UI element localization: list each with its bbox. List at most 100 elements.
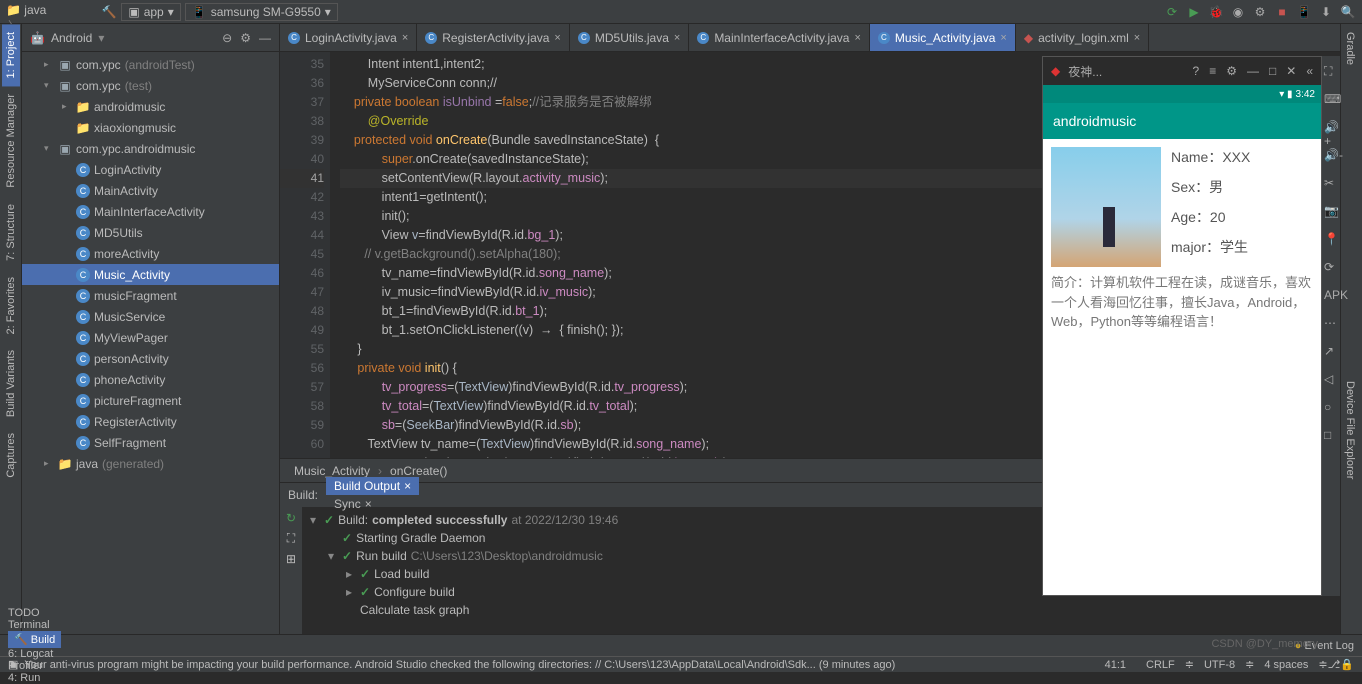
statusbar-item[interactable]: 🔨 Build — [8, 631, 61, 648]
emu-rotate-icon[interactable]: ⟳ — [1324, 260, 1338, 274]
emu-gear-icon[interactable]: ⚙ — [1226, 64, 1237, 78]
tree-item[interactable]: ▸📁java (generated) — [22, 453, 279, 474]
build-tab[interactable]: Build Output × — [326, 477, 419, 495]
close-icon[interactable]: × — [1000, 32, 1006, 44]
search-icon[interactable]: 🔍 — [1340, 4, 1356, 20]
build-title: Build: — [288, 488, 318, 502]
rail-captures[interactable]: Captures — [2, 425, 20, 486]
tree-item[interactable]: CmoreActivity — [22, 243, 279, 264]
emu-more-icon[interactable]: ⋯ — [1324, 316, 1338, 330]
debug-icon[interactable]: 🐞 — [1208, 4, 1224, 20]
tree-item[interactable]: CMusicService — [22, 306, 279, 327]
build-row[interactable]: Calculate task graph — [310, 601, 1274, 619]
expand-icon[interactable]: ⊞ — [286, 552, 296, 566]
tree-item[interactable]: ▸📁androidmusic — [22, 96, 279, 117]
editor-tab[interactable]: CMainInterfaceActivity.java× — [689, 24, 870, 51]
collapse-icon[interactable]: ⊖ — [222, 31, 232, 45]
tree-item[interactable]: CmusicFragment — [22, 285, 279, 306]
tree-item[interactable]: CSelfFragment — [22, 432, 279, 453]
watermark: CSDN @DY_memory — [1211, 638, 1318, 650]
tree-item[interactable]: CMusic_Activity — [22, 264, 279, 285]
profile-image — [1051, 147, 1161, 267]
git-icon[interactable]: ⎇ — [1328, 658, 1341, 671]
editor-tab[interactable]: CLoginActivity.java× — [280, 24, 417, 51]
breadcrumb-item[interactable]: 📁 java — [6, 3, 97, 17]
emu-fullscreen-icon[interactable]: ⛶ — [1324, 64, 1338, 78]
hide-icon[interactable]: — — [259, 31, 271, 45]
run-icon[interactable]: ▶ — [1186, 4, 1202, 20]
avd-icon[interactable]: 📱 — [1296, 4, 1312, 20]
rail-resource-manager[interactable]: Resource Manager — [2, 86, 20, 196]
close-icon[interactable]: × — [554, 32, 560, 44]
run-config-selector[interactable]: ▣ app ▾ — [121, 3, 180, 21]
stop-icon[interactable]: ■ — [1274, 4, 1290, 20]
gear-icon[interactable]: ⚙ — [240, 31, 251, 45]
tree-item[interactable]: CMainInterfaceActivity — [22, 201, 279, 222]
close-icon[interactable]: × — [404, 479, 411, 493]
build-hammer-icon[interactable]: 🔨 — [101, 4, 117, 20]
tree-item[interactable]: ▸▣com.ypc (androidTest) — [22, 54, 279, 75]
emu-location-icon[interactable]: 📍 — [1324, 232, 1338, 246]
emulator-screen[interactable]: ▾ ▮ 3:42 androidmusic Name：XXX Sex：男 Age… — [1043, 85, 1321, 595]
emulator-titlebar[interactable]: ◆ 夜神... ? ≡ ⚙ — □ ✕ « — [1043, 57, 1321, 85]
tree-item[interactable]: 📁xiaoxiongmusic — [22, 117, 279, 138]
emu-voldown-icon[interactable]: 🔊- — [1324, 148, 1338, 162]
emu-keyboard-icon[interactable]: ⌨ — [1324, 92, 1338, 106]
statusbar-item[interactable]: Terminal — [8, 619, 61, 631]
build-toolbar: ↻ ⛶ ⊞ — [280, 507, 302, 634]
emu-max-icon[interactable]: □ — [1269, 64, 1276, 78]
attach-icon[interactable]: ⚙ — [1252, 4, 1268, 20]
rail-favorites[interactable]: 2: Favorites — [2, 269, 20, 342]
emu-shake-icon[interactable]: ✂ — [1324, 176, 1338, 190]
rail-device-explorer[interactable]: Device File Explorer — [1341, 373, 1359, 487]
emu-collapse-icon[interactable]: « — [1306, 64, 1313, 78]
tree-item[interactable]: CMyViewPager — [22, 327, 279, 348]
editor-tab[interactable]: CMD5Utils.java× — [570, 24, 689, 51]
tree-item[interactable]: CRegisterActivity — [22, 411, 279, 432]
statusbar-item[interactable]: TODO — [8, 607, 61, 619]
nox-logo-icon: ◆ — [1051, 64, 1060, 78]
emu-min-icon[interactable]: — — [1247, 64, 1259, 78]
close-icon[interactable]: × — [1134, 32, 1140, 44]
emu-back-icon[interactable]: ◁ — [1324, 372, 1338, 386]
project-header[interactable]: 🤖 Android ▾ ⊖ ⚙ — — [22, 24, 279, 52]
sync-icon[interactable]: ⟳ — [1164, 4, 1180, 20]
project-tree[interactable]: ▸▣com.ypc (androidTest)▾▣com.ypc (test)▸… — [22, 52, 279, 634]
emu-volup-icon[interactable]: 🔊+ — [1324, 120, 1338, 134]
warning-bar: ▣ Your anti-virus program might be impac… — [0, 656, 1362, 672]
sdk-icon[interactable]: ⬇ — [1318, 4, 1334, 20]
tree-item[interactable]: CphoneActivity — [22, 369, 279, 390]
device-selector[interactable]: 📱 samsung SM-G9550 ▾ — [185, 3, 338, 21]
rail-build-variants[interactable]: Build Variants — [2, 342, 20, 425]
close-icon[interactable]: × — [674, 32, 680, 44]
emu-menu-icon[interactable]: ≡ — [1209, 64, 1216, 78]
emu-recent-icon[interactable]: □ — [1324, 428, 1338, 442]
tree-item[interactable]: CMD5Utils — [22, 222, 279, 243]
emu-share-icon[interactable]: ↗ — [1324, 344, 1338, 358]
profile-icon[interactable]: ◉ — [1230, 4, 1246, 20]
editor-tab[interactable]: CMusic_Activity.java× — [870, 24, 1016, 51]
close-icon[interactable]: × — [402, 32, 408, 44]
rail-gradle[interactable]: Gradle — [1341, 24, 1359, 73]
editor-tab[interactable]: ◆activity_login.xml× — [1016, 24, 1149, 51]
tree-item[interactable]: ▾▣com.ypc.androidmusic — [22, 138, 279, 159]
emulator-side-toolbar: ⛶ ⌨ 🔊+ 🔊- ✂ 📷 📍 ⟳ APK ⋯ ↗ ◁ ○ □ — [1322, 56, 1340, 596]
tree-item[interactable]: CLoginActivity — [22, 159, 279, 180]
rail-structure[interactable]: 7: Structure — [2, 196, 20, 269]
rerun-icon[interactable]: ↻ — [286, 511, 296, 525]
profile-bio: 简介：计算机软件工程在读，成谜音乐，喜欢一个人看海回忆往事，擅长Java，And… — [1051, 273, 1313, 332]
emu-screenshot-icon[interactable]: 📷 — [1324, 204, 1338, 218]
close-icon[interactable]: × — [854, 32, 860, 44]
emu-close-icon[interactable]: ✕ — [1286, 64, 1296, 78]
emu-apk-icon[interactable]: APK — [1324, 288, 1338, 302]
filter-icon[interactable]: ⛶ — [287, 531, 295, 546]
statusbar-item[interactable]: 4: Run — [8, 672, 61, 684]
emu-home-icon[interactable]: ○ — [1324, 400, 1338, 414]
tree-item[interactable]: ▾▣com.ypc (test) — [22, 75, 279, 96]
editor-tab[interactable]: CRegisterActivity.java× — [417, 24, 570, 51]
tree-item[interactable]: CpersonActivity — [22, 348, 279, 369]
tree-item[interactable]: CpictureFragment — [22, 390, 279, 411]
tree-item[interactable]: CMainActivity — [22, 180, 279, 201]
emu-help-icon[interactable]: ? — [1193, 64, 1200, 78]
rail-project[interactable]: 1: Project — [2, 24, 20, 86]
